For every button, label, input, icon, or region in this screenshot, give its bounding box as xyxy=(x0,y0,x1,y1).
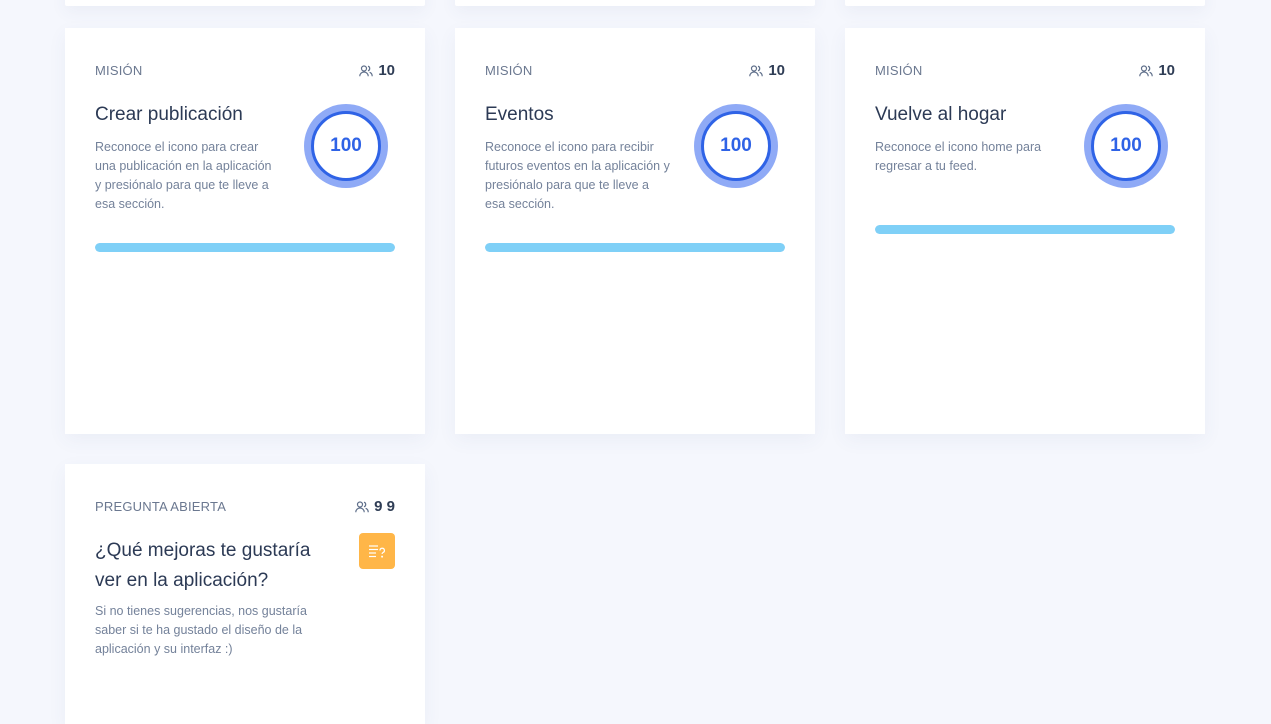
users-icon xyxy=(359,64,374,76)
users-icon xyxy=(749,64,764,76)
previous-card-stub xyxy=(845,0,1205,6)
card-title: ¿Qué mejoras te gustaría ver en la aplic… xyxy=(95,540,311,591)
progress-bar xyxy=(485,243,785,252)
card-type-label: MISIÓN xyxy=(485,63,533,78)
users-icon xyxy=(355,500,369,512)
progress-bar xyxy=(95,243,395,252)
participants-value: 9 9 xyxy=(374,498,395,515)
score-badge: 100 xyxy=(694,104,778,188)
participants-value: 10 xyxy=(768,62,785,79)
participants-count: 10 xyxy=(1139,62,1175,79)
users-icon xyxy=(1139,64,1154,76)
participants-count: 9 9 xyxy=(355,498,395,515)
score-badge: 100 xyxy=(1084,104,1168,188)
card-title: Vuelve al hogar xyxy=(875,104,1007,125)
card-title: Eventos xyxy=(485,104,554,125)
card-header: PREGUNTA ABIERTA 9 9 xyxy=(95,498,395,515)
mission-card-vuelve-al-hogar[interactable]: MISIÓN 10 Vuelve al hogar Reconoce el ic… xyxy=(845,28,1205,434)
progress-fill xyxy=(95,243,395,252)
mission-card-eventos[interactable]: MISIÓN 10 Eventos Reconoce el icono para… xyxy=(455,28,815,434)
card-title: Crear publicación xyxy=(95,104,243,125)
card-header: MISIÓN 10 xyxy=(95,62,395,79)
score-value: 100 xyxy=(1091,111,1161,181)
card-header: MISIÓN 10 xyxy=(875,62,1175,79)
open-question-icon xyxy=(359,533,395,569)
previous-card-stub xyxy=(455,0,815,6)
mission-card-crear-publicacion[interactable]: MISIÓN 10 Crear publicación Reconoce el … xyxy=(65,28,425,434)
open-question-card[interactable]: PREGUNTA ABIERTA 9 9 ¿Qué mejoras te gus… xyxy=(65,464,425,724)
card-description: Si no tienes sugerencias, nos gustaría s… xyxy=(95,604,307,656)
participants-count: 10 xyxy=(749,62,785,79)
card-header: MISIÓN 10 xyxy=(485,62,785,79)
score-value: 100 xyxy=(311,111,381,181)
card-type-label: MISIÓN xyxy=(95,63,143,78)
previous-card-stub xyxy=(65,0,425,6)
participants-value: 10 xyxy=(1158,62,1175,79)
participants-value: 10 xyxy=(378,62,395,79)
card-type-label: MISIÓN xyxy=(875,63,923,78)
card-description: Reconoce el icono para crear una publica… xyxy=(95,140,272,211)
card-description: Reconoce el icono home para regresar a t… xyxy=(875,140,1042,173)
score-badge: 100 xyxy=(304,104,388,188)
progress-fill xyxy=(875,225,1175,234)
score-value: 100 xyxy=(701,111,771,181)
card-description: Reconoce el icono para recibir futuros e… xyxy=(485,140,670,211)
card-type-label: PREGUNTA ABIERTA xyxy=(95,499,227,514)
participants-count: 10 xyxy=(359,62,395,79)
progress-fill xyxy=(485,243,785,252)
progress-bar xyxy=(875,225,1175,234)
